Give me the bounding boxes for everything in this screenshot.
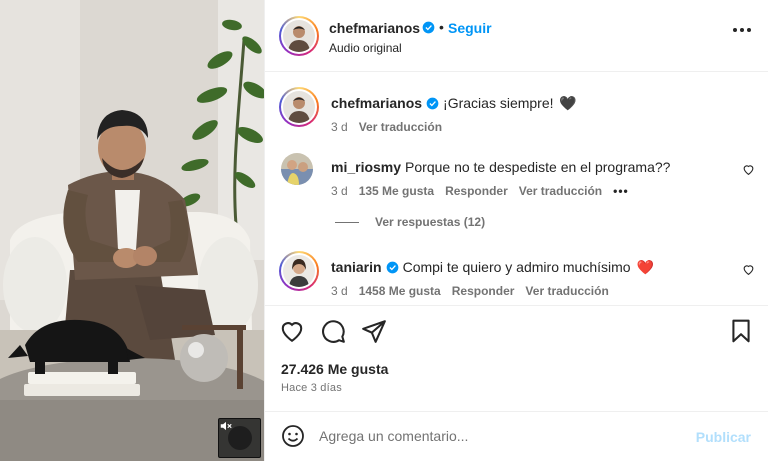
comment-meta: 3 d 1458 Me gusta Responder Ver traducci…	[331, 284, 609, 298]
comment-username[interactable]: taniarin	[331, 259, 382, 275]
sound-off-icon	[220, 421, 252, 450]
divider	[265, 305, 768, 306]
comment-body: chefmarianos ¡Gracias siempre! 🖤	[331, 94, 577, 112]
video-frame-image	[0, 0, 264, 461]
comment-time: 3 d	[331, 184, 348, 198]
comment-input[interactable]	[319, 422, 679, 450]
reply-button[interactable]: Responder	[452, 284, 515, 298]
post-header: chefmarianos • Seguir Audio original	[265, 0, 768, 72]
verified-badge-icon	[422, 21, 435, 34]
view-replies-button[interactable]: Ver respuestas (12)	[335, 215, 485, 229]
verified-badge-icon	[386, 261, 398, 274]
comment-body: mi_riosmy Porque no te despediste en el p…	[331, 158, 670, 176]
comment-item: mi_riosmy Porque no te despediste en el p…	[265, 151, 768, 201]
see-translation-link[interactable]: Ver traducción	[359, 120, 442, 134]
post-details-panel: chefmarianos • Seguir Audio original che…	[264, 0, 768, 461]
mute-toggle-button[interactable]	[218, 418, 261, 458]
author-username[interactable]: chefmarianos	[329, 20, 420, 36]
comment-options-icon[interactable]: •••	[613, 184, 629, 198]
reply-button[interactable]: Responder	[445, 184, 508, 198]
heart-icon[interactable]	[279, 318, 305, 344]
share-icon[interactable]	[361, 318, 387, 344]
comment-avatar[interactable]	[279, 251, 319, 291]
comment-body: taniarin Compi te quiero y admiro muchísi…	[331, 258, 654, 276]
bookmark-icon[interactable]	[728, 318, 754, 344]
comment-icon[interactable]	[320, 318, 346, 344]
comment-text: ¡Gracias siempre!	[443, 95, 554, 111]
comment-likes[interactable]: 1458 Me gusta	[359, 284, 441, 298]
publish-button[interactable]: Publicar	[696, 429, 751, 445]
comment-likes[interactable]: 135 Me gusta	[359, 184, 434, 198]
verified-badge-icon	[426, 97, 439, 110]
author-avatar[interactable]	[279, 16, 319, 56]
heart-icon[interactable]	[742, 163, 755, 176]
see-translation-link[interactable]: Ver traducción	[525, 284, 608, 298]
comment-avatar[interactable]	[279, 87, 319, 127]
likes-count[interactable]: 27.426 Me gusta	[281, 361, 388, 377]
comment-text: Compi te quiero y admiro muchísimo	[402, 259, 631, 275]
heart-icon[interactable]	[742, 263, 755, 276]
more-options-icon[interactable]	[733, 28, 751, 32]
emoji-icon[interactable]	[281, 424, 305, 448]
black-heart-emoji: 🖤	[559, 95, 577, 111]
comment-text: Porque no te despediste en el programa??	[405, 159, 671, 175]
comment-item: chefmarianos ¡Gracias siempre! 🖤 3 d Ver …	[265, 87, 768, 137]
comment-username[interactable]: chefmarianos	[331, 95, 422, 111]
comment-username[interactable]: mi_riosmy	[331, 159, 401, 175]
comment-meta: 3 d 135 Me gusta Responder Ver traducció…	[331, 184, 629, 198]
replies-line	[335, 221, 359, 223]
action-bar	[265, 316, 768, 346]
comment-time: 3 d	[331, 284, 348, 298]
separator-dot: •	[439, 19, 444, 35]
comment-composer: Publicar	[265, 411, 768, 461]
post-timestamp[interactable]: Hace 3 días	[281, 382, 342, 394]
see-translation-link[interactable]: Ver traducción	[519, 184, 602, 198]
post-media[interactable]	[0, 0, 264, 461]
comment-item: taniarin Compi te quiero y admiro muchísi…	[265, 251, 768, 301]
follow-button[interactable]: Seguir	[448, 20, 492, 36]
comment-avatar[interactable]	[281, 153, 313, 185]
comment-time: 3 d	[331, 120, 348, 134]
view-replies-label: Ver respuestas (12)	[375, 215, 486, 229]
comment-meta: 3 d Ver traducción	[331, 120, 442, 134]
audio-label[interactable]: Audio original	[329, 41, 402, 55]
red-heart-emoji: ❤️	[636, 259, 654, 275]
